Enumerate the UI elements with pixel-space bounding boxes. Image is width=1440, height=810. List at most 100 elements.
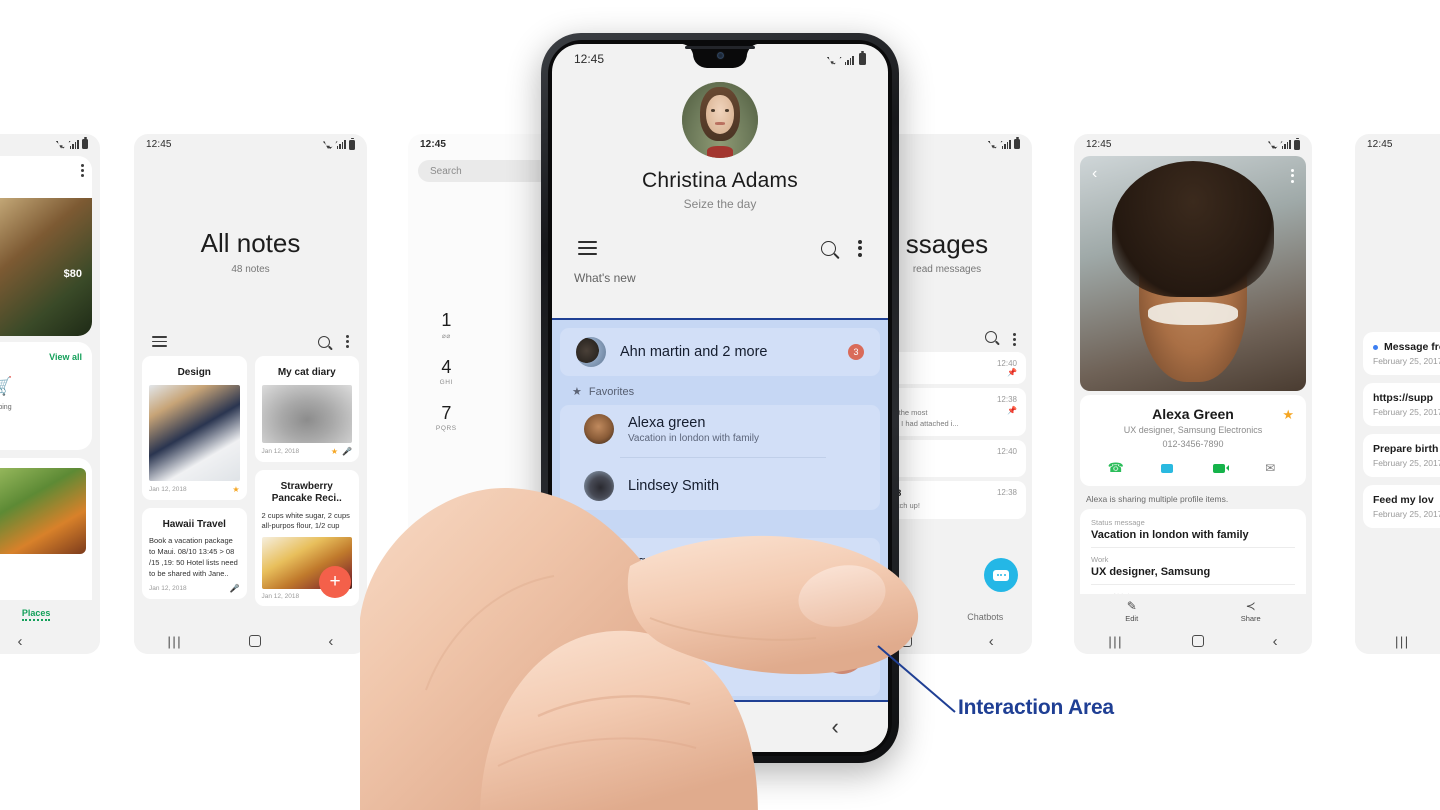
nav-back-button[interactable]: ‹ xyxy=(18,634,23,649)
wifi-icon xyxy=(988,140,999,149)
contact-role: UX designer, Samsung Electronics xyxy=(1123,425,1263,435)
list-item-name: Alexa green xyxy=(628,414,706,431)
status-bar: 12:45 xyxy=(1074,134,1312,150)
status-time: 12:45 xyxy=(574,52,605,66)
my-profile[interactable]: Christina Adams Seize the day xyxy=(552,82,888,211)
reminders-list: Message fro February 25, 2017 https://su… xyxy=(1355,332,1440,528)
plus-icon: + xyxy=(834,634,850,665)
sharing-note: Alexa is sharing multiple profile items. xyxy=(1086,494,1229,504)
list-item-contact[interactable]: Lindsey Smith xyxy=(568,462,872,510)
view-all-link[interactable]: View all xyxy=(49,352,82,362)
overflow-menu-icon[interactable] xyxy=(1013,331,1016,348)
thread-time: 12:40 xyxy=(996,447,1017,456)
add-contact-fab[interactable]: + xyxy=(818,626,866,674)
nav-recents-button[interactable]: ||| xyxy=(1395,634,1410,649)
overflow-menu-icon[interactable] xyxy=(346,333,349,350)
edit-button[interactable]: ✎ Edit xyxy=(1125,599,1138,623)
tab-places[interactable]: Places xyxy=(21,608,51,621)
restaurant-photo xyxy=(0,468,86,554)
email-icon[interactable]: ✉ xyxy=(1262,460,1278,476)
star-icon[interactable]: ★ xyxy=(331,447,338,456)
field-work[interactable]: Work UX designer, Samsung xyxy=(1091,548,1295,585)
system-nav-bar: ||| ‹ xyxy=(134,628,367,654)
add-note-fab[interactable]: + xyxy=(319,566,351,598)
system-nav-bar: ||| xyxy=(1355,628,1440,654)
pin-icon: 📌 xyxy=(1007,406,1017,415)
note-card[interactable]: My cat diary Jan 12, 2018 ★ 🎤 xyxy=(254,356,359,462)
list-item-contact[interactable]: Agatha G xyxy=(568,538,872,586)
menu-icon[interactable] xyxy=(152,333,167,350)
system-nav-bar: ‹ xyxy=(0,628,100,654)
phone-notes: 12:45 All notes 48 notes Design Jan 12, … xyxy=(134,134,367,654)
wifi-icon xyxy=(323,140,334,149)
status-time: 12:45 xyxy=(146,139,172,150)
nav-back-button[interactable]: ‹ xyxy=(328,634,333,649)
dial-key-7[interactable]: 7 PQRS xyxy=(408,395,485,441)
page-title: Re xyxy=(1413,228,1440,259)
reminder-text: Feed my lov xyxy=(1373,494,1434,506)
overflow-menu-icon[interactable] xyxy=(1291,166,1294,185)
search-icon[interactable] xyxy=(821,240,836,256)
video-call-icon[interactable] xyxy=(1211,460,1229,476)
section-label: A xyxy=(574,519,582,531)
microphone-icon[interactable]: 🎤 xyxy=(342,447,352,456)
call-icon[interactable]: ☎ xyxy=(1108,460,1124,476)
share-icon: ≺ xyxy=(1245,599,1256,613)
alpha-group: Agatha G xyxy=(560,538,880,696)
star-icon[interactable]: ★ xyxy=(232,485,239,494)
search-icon[interactable] xyxy=(985,331,997,343)
reminder-date: February 25, 2017 xyxy=(1373,356,1440,366)
page-title: All notes xyxy=(200,228,301,258)
status-icons xyxy=(827,51,866,65)
reminder-item[interactable]: https://supp February 25, 2017 xyxy=(1363,383,1440,426)
reminder-item[interactable]: Prepare birth February 25, 2017 xyxy=(1363,434,1440,477)
note-image xyxy=(149,384,240,481)
overdue-count: 2 ov xyxy=(1407,263,1440,274)
shopping-cart-icon[interactable]: 🛒 xyxy=(0,376,12,397)
reminder-text: Prepare birth xyxy=(1373,443,1439,455)
field-status-message[interactable]: Status message Vacation in london with f… xyxy=(1091,511,1295,548)
overflow-menu-icon[interactable] xyxy=(81,162,84,179)
thread-time: 12:40 xyxy=(996,359,1017,368)
note-card[interactable]: Hawaii Travel Book a vacation package to… xyxy=(142,507,247,599)
avatar[interactable] xyxy=(682,82,758,158)
callout-leader-line xyxy=(877,645,956,713)
screenshot-canvas: $80 $48 View all meices 🛒 Shopping en Po… xyxy=(0,0,1440,810)
nav-home-button[interactable] xyxy=(716,718,734,736)
dial-key-4[interactable]: 4 GHI xyxy=(408,349,485,395)
list-item-contact[interactable]: Alexa green Vacation in london with fami… xyxy=(568,405,872,453)
avatar xyxy=(584,414,614,444)
front-camera-icon xyxy=(715,51,725,60)
signal-icon xyxy=(844,54,854,65)
menu-icon[interactable] xyxy=(578,237,597,259)
reminder-date: February 25, 2017 xyxy=(1373,509,1440,519)
tab-chatbots[interactable]: Chatbots xyxy=(967,612,1003,622)
status-icons xyxy=(56,137,88,149)
reminder-date: February 25, 2017 xyxy=(1373,458,1440,468)
nav-back-button[interactable]: ‹ xyxy=(1273,634,1278,649)
nav-back-button[interactable]: ‹ xyxy=(832,716,839,738)
reminder-item[interactable]: Feed my lov February 25, 2017 xyxy=(1363,485,1440,528)
bottom-tabs: tacts Places xyxy=(0,600,92,628)
microphone-icon[interactable]: 🎤 xyxy=(230,584,240,593)
back-icon[interactable]: ‹ xyxy=(1092,166,1097,185)
new-message-fab[interactable] xyxy=(984,558,1018,592)
list-item-whats-new[interactable]: Ahn martin and 2 more 3 xyxy=(560,328,880,376)
dial-key-1[interactable]: 1 ⌀⌀ xyxy=(408,302,485,349)
note-image xyxy=(261,384,352,443)
reminder-item[interactable]: Message fro February 25, 2017 xyxy=(1363,332,1440,375)
share-button[interactable]: ≺ Share xyxy=(1241,599,1261,623)
food-hero-card[interactable]: $80 $48 xyxy=(0,156,92,336)
message-icon[interactable] xyxy=(1159,460,1175,476)
overflow-menu-icon[interactable] xyxy=(858,237,862,259)
favorite-star-icon[interactable]: ★ xyxy=(1282,407,1294,423)
profile-name: Christina Adams xyxy=(642,169,798,192)
list-item-subtitle: Vacation in london with family xyxy=(628,432,759,444)
notes-toolbar xyxy=(134,333,367,350)
note-card[interactable]: Design Jan 12, 2018 ★ xyxy=(142,356,247,500)
nav-recents-button[interactable]: ||| xyxy=(168,634,183,649)
price-original: $80 xyxy=(63,268,82,280)
nav-home-button[interactable] xyxy=(249,635,262,647)
note-title: Hawaii Travel xyxy=(162,518,226,530)
search-icon[interactable] xyxy=(318,335,330,348)
